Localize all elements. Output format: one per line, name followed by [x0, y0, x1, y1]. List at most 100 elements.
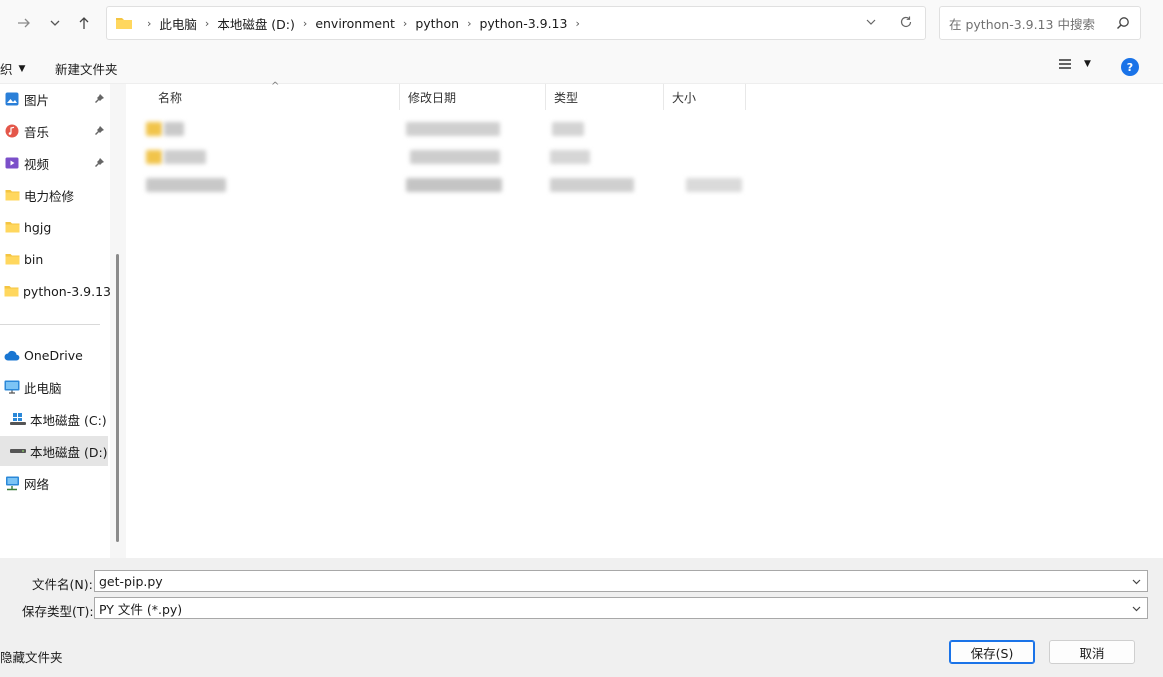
sidebar-item-folder[interactable]: python-3.9.13 [0, 276, 111, 306]
forward-button[interactable] [10, 10, 38, 36]
redacted-name [164, 122, 184, 136]
help-icon[interactable]: ? [1121, 58, 1139, 76]
recent-locations-button[interactable] [41, 10, 69, 36]
sidebar-item-label: 电力检修 [24, 188, 75, 204]
new-folder-button[interactable]: 新建文件夹 [55, 59, 118, 78]
filename-label: 文件名(N): [32, 577, 93, 592]
cancel-button[interactable]: 取消 [1049, 640, 1135, 664]
organize-button[interactable]: 织 ▼ [0, 59, 25, 78]
chevron-right-icon[interactable]: › [147, 17, 151, 30]
sidebar-item-this-pc[interactable]: 此电脑 [0, 372, 108, 402]
pin-icon[interactable] [94, 93, 105, 104]
list-item[interactable] [126, 116, 766, 142]
address-history-dropdown[interactable] [865, 16, 877, 31]
list-view-icon [1059, 59, 1071, 69]
save-file-dialog: › 此电脑 › 本地磁盘 (D:) › environment › python… [0, 0, 1163, 677]
column-header-modified[interactable]: 修改日期 [400, 84, 546, 110]
sidebar-item-label: hgjg [24, 219, 52, 235]
sidebar-item-label: 视频 [24, 156, 50, 172]
arrow-up-icon [79, 17, 89, 29]
address-row: › 此电脑 › 本地磁盘 (D:) › environment › python… [0, 0, 1163, 50]
view-options-button[interactable]: ▼ [1058, 58, 1091, 70]
redacted-date [410, 150, 500, 164]
column-header-name[interactable]: 名称 [150, 84, 400, 110]
column-header-type[interactable]: 类型 [546, 84, 664, 110]
navigation-pane: 图片 音乐 视频 电力检修 hgjg bin python-3.9.13 One… [0, 84, 111, 558]
chevron-right-icon[interactable]: › [403, 17, 407, 30]
arrow-right-icon [18, 18, 30, 28]
chevron-right-icon[interactable]: › [205, 17, 209, 30]
search-icon[interactable] [1116, 16, 1130, 30]
save-button[interactable]: 保存(S) [949, 640, 1035, 664]
up-button[interactable] [70, 10, 98, 36]
sidebar-item-network[interactable]: 网络 [0, 468, 108, 498]
computer-icon [4, 379, 20, 395]
column-header-size[interactable]: 大小 [664, 84, 746, 110]
folder-icon [4, 219, 20, 235]
sidebar-item-folder[interactable]: 电力检修 [0, 180, 108, 210]
command-toolbar: 织 ▼ 新建文件夹 ▼ ? [0, 50, 1163, 84]
refresh-icon [900, 16, 912, 28]
sidebar-item-label: python-3.9.13 [23, 283, 111, 299]
list-item[interactable] [126, 172, 766, 198]
filename-input[interactable]: get-pip.py [94, 570, 1148, 592]
sidebar-item-label: 此电脑 [24, 380, 62, 396]
breadcrumb-item[interactable]: environment [315, 16, 395, 31]
sidebar-item-label: 本地磁盘 (D:) [30, 444, 108, 460]
search-placeholder: 在 python-3.9.13 中搜索 [949, 16, 1095, 32]
breadcrumb-item[interactable]: 此电脑 [159, 14, 197, 33]
filetype-select[interactable]: PY 文件 (*.py) [94, 597, 1148, 619]
folder-icon [4, 251, 20, 267]
sidebar-item-videos[interactable]: 视频 [0, 148, 108, 178]
sidebar-scrollbar-thumb[interactable] [116, 254, 119, 542]
breadcrumb-item[interactable]: python [415, 16, 459, 31]
folder-icon [146, 122, 162, 136]
network-icon [4, 475, 20, 491]
sidebar-item-onedrive[interactable]: OneDrive [0, 340, 108, 370]
filetype-value: PY 文件 (*.py) [99, 601, 183, 617]
drive-icon [10, 443, 26, 459]
breadcrumb: › 此电脑 › 本地磁盘 (D:) › environment › python… [139, 14, 588, 33]
redacted-date [406, 178, 502, 192]
sidebar-item-label: 本地磁盘 (C:) [30, 412, 107, 428]
search-box[interactable]: 在 python-3.9.13 中搜索 [939, 6, 1141, 40]
cloud-icon [4, 347, 20, 363]
sidebar-item-music[interactable]: 音乐 [0, 116, 108, 146]
pin-icon[interactable] [94, 125, 105, 136]
list-item[interactable] [126, 144, 766, 170]
sidebar-divider [0, 324, 100, 325]
pin-icon[interactable] [94, 157, 105, 168]
sidebar-item-pictures[interactable]: 图片 [0, 84, 108, 114]
chevron-right-icon[interactable]: › [303, 17, 307, 30]
chevron-down-icon[interactable] [1131, 602, 1142, 617]
windows-drive-icon [10, 411, 26, 427]
address-bar[interactable]: › 此电脑 › 本地磁盘 (D:) › environment › python… [106, 6, 926, 40]
sidebar-item-label: bin [24, 251, 44, 267]
videos-icon [4, 155, 20, 171]
sidebar-item-folder[interactable]: bin [0, 244, 108, 274]
redacted-type [552, 122, 584, 136]
refresh-button[interactable] [899, 15, 913, 32]
sidebar-item-label: 音乐 [24, 124, 50, 140]
redacted-type [550, 178, 634, 192]
hide-folders-toggle[interactable]: 隐藏文件夹 [0, 647, 63, 666]
folder-icon [4, 283, 19, 299]
sidebar-item-drive-c[interactable]: 本地磁盘 (C:) [0, 404, 108, 434]
chevron-down-icon[interactable] [1131, 575, 1142, 590]
folder-icon [116, 18, 132, 29]
redacted-size [686, 178, 742, 192]
breadcrumb-item[interactable]: python-3.9.13 [479, 16, 567, 31]
sidebar-item-label: OneDrive [24, 347, 83, 363]
chevron-down-icon [866, 19, 876, 25]
chevron-down-icon [50, 20, 60, 26]
chevron-right-icon[interactable]: › [575, 17, 579, 30]
sidebar-item-label: 网络 [24, 476, 50, 492]
caret-down-icon: ▼ [18, 63, 26, 74]
breadcrumb-item[interactable]: 本地磁盘 (D:) [217, 14, 295, 33]
pictures-icon [4, 91, 20, 107]
sidebar-item-folder[interactable]: hgjg [0, 212, 108, 242]
sidebar-item-drive-d[interactable]: 本地磁盘 (D:) [0, 436, 108, 466]
redacted-name [164, 150, 206, 164]
file-list: ^ 名称 修改日期 类型 大小 [126, 81, 1163, 558]
chevron-right-icon[interactable]: › [467, 17, 471, 30]
